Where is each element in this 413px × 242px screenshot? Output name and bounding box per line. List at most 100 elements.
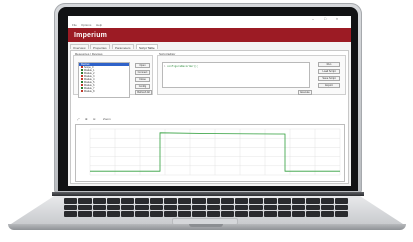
key [220,204,234,211]
key [292,211,306,217]
key [106,211,120,217]
script-group: 1 configureRecorder(); Run Load Script S… [157,55,346,95]
key [64,204,78,211]
key [106,204,120,211]
key [263,211,277,217]
menu-file[interactable]: File [72,23,77,27]
tab-content: Resources / Devices Devices Scope_0 Modu… [70,50,349,184]
key [334,211,348,217]
key [334,204,348,211]
key [249,211,263,217]
key [92,211,106,217]
key [263,204,277,211]
key [64,211,78,217]
key [263,198,277,204]
laptop-hinge [52,192,364,196]
key [106,198,120,204]
tree-row[interactable]: Module_8 [79,90,129,93]
key [178,198,192,204]
application-window: – □ × File Options Help Imperium Overvie… [68,16,351,186]
key [149,204,163,211]
save-script-button[interactable]: Save Script [318,76,340,81]
key [192,204,206,211]
waveform-chart [89,128,341,176]
key [249,198,263,204]
maximize-icon[interactable]: □ [324,17,326,21]
key [149,198,163,204]
key [192,198,206,204]
logo: Imperium [74,32,108,39]
tab-properties[interactable]: Properties [90,44,110,50]
key [334,198,348,204]
key [220,198,234,204]
key [64,198,78,204]
menu-options[interactable]: Options [81,23,91,27]
key [135,198,149,204]
tab-script-table[interactable]: Script Table [136,44,158,50]
key [292,204,306,211]
zoom-out-icon[interactable]: ⊖ [93,117,96,121]
status-icon [81,90,83,93]
key [235,211,249,217]
key [78,198,92,204]
refresh-all-button[interactable]: Refresh All [135,90,152,95]
key [249,204,263,211]
execute-button[interactable]: Execute [298,90,312,95]
close-button[interactable]: Close [135,77,150,82]
opening-notch [189,224,223,227]
menu-help[interactable]: Help [96,23,102,27]
keyboard [64,198,348,217]
key [320,204,334,211]
key [121,204,135,211]
key [306,211,320,217]
key [135,211,149,217]
code-line: configureRecorder(); [167,65,199,68]
devices-group: Devices Scope_0 Module_1 Module_2 Module… [73,55,153,98]
key [306,198,320,204]
zoom-label[interactable]: Zoom [103,117,111,121]
export-button[interactable]: Export [318,83,340,88]
key [121,211,135,217]
key [292,198,306,204]
key [277,211,291,217]
close-icon[interactable]: × [336,17,338,21]
key [92,198,106,204]
line-number: 1 [164,65,166,68]
key [178,204,192,211]
key [320,211,334,217]
key [206,204,220,211]
key [178,211,192,217]
fit-icon[interactable]: ⤢ [77,117,79,121]
load-script-button[interactable]: Load Script [318,69,340,74]
key [149,211,163,217]
brand-banner: Imperium [68,28,351,42]
title-bar: – □ × [68,16,351,23]
key [135,204,149,211]
key [277,204,291,211]
tab-parameters[interactable]: Parameters [112,44,134,50]
zoom-in-icon[interactable]: ⊕ [85,117,88,121]
minimize-icon[interactable]: – [312,17,314,21]
key [320,198,334,204]
key [220,211,234,217]
waveform-plot[interactable] [75,124,345,182]
key [206,211,220,217]
key [306,204,320,211]
run-button[interactable]: Run [318,62,340,67]
key [121,198,135,204]
device-tree[interactable]: Devices Scope_0 Module_1 Module_2 Module… [78,62,130,98]
key [163,211,177,217]
key [78,204,92,211]
key [92,204,106,211]
open-button[interactable]: Open [135,63,150,68]
key [235,198,249,204]
script-editor[interactable]: 1 configureRecorder(); [162,62,310,88]
key [163,204,177,211]
key [206,198,220,204]
tab-overview[interactable]: Overview [70,44,89,50]
key [163,198,177,204]
config-button[interactable]: Config [135,84,150,89]
key [277,198,291,204]
key [78,211,92,217]
connect-button[interactable]: Connect [135,70,150,75]
